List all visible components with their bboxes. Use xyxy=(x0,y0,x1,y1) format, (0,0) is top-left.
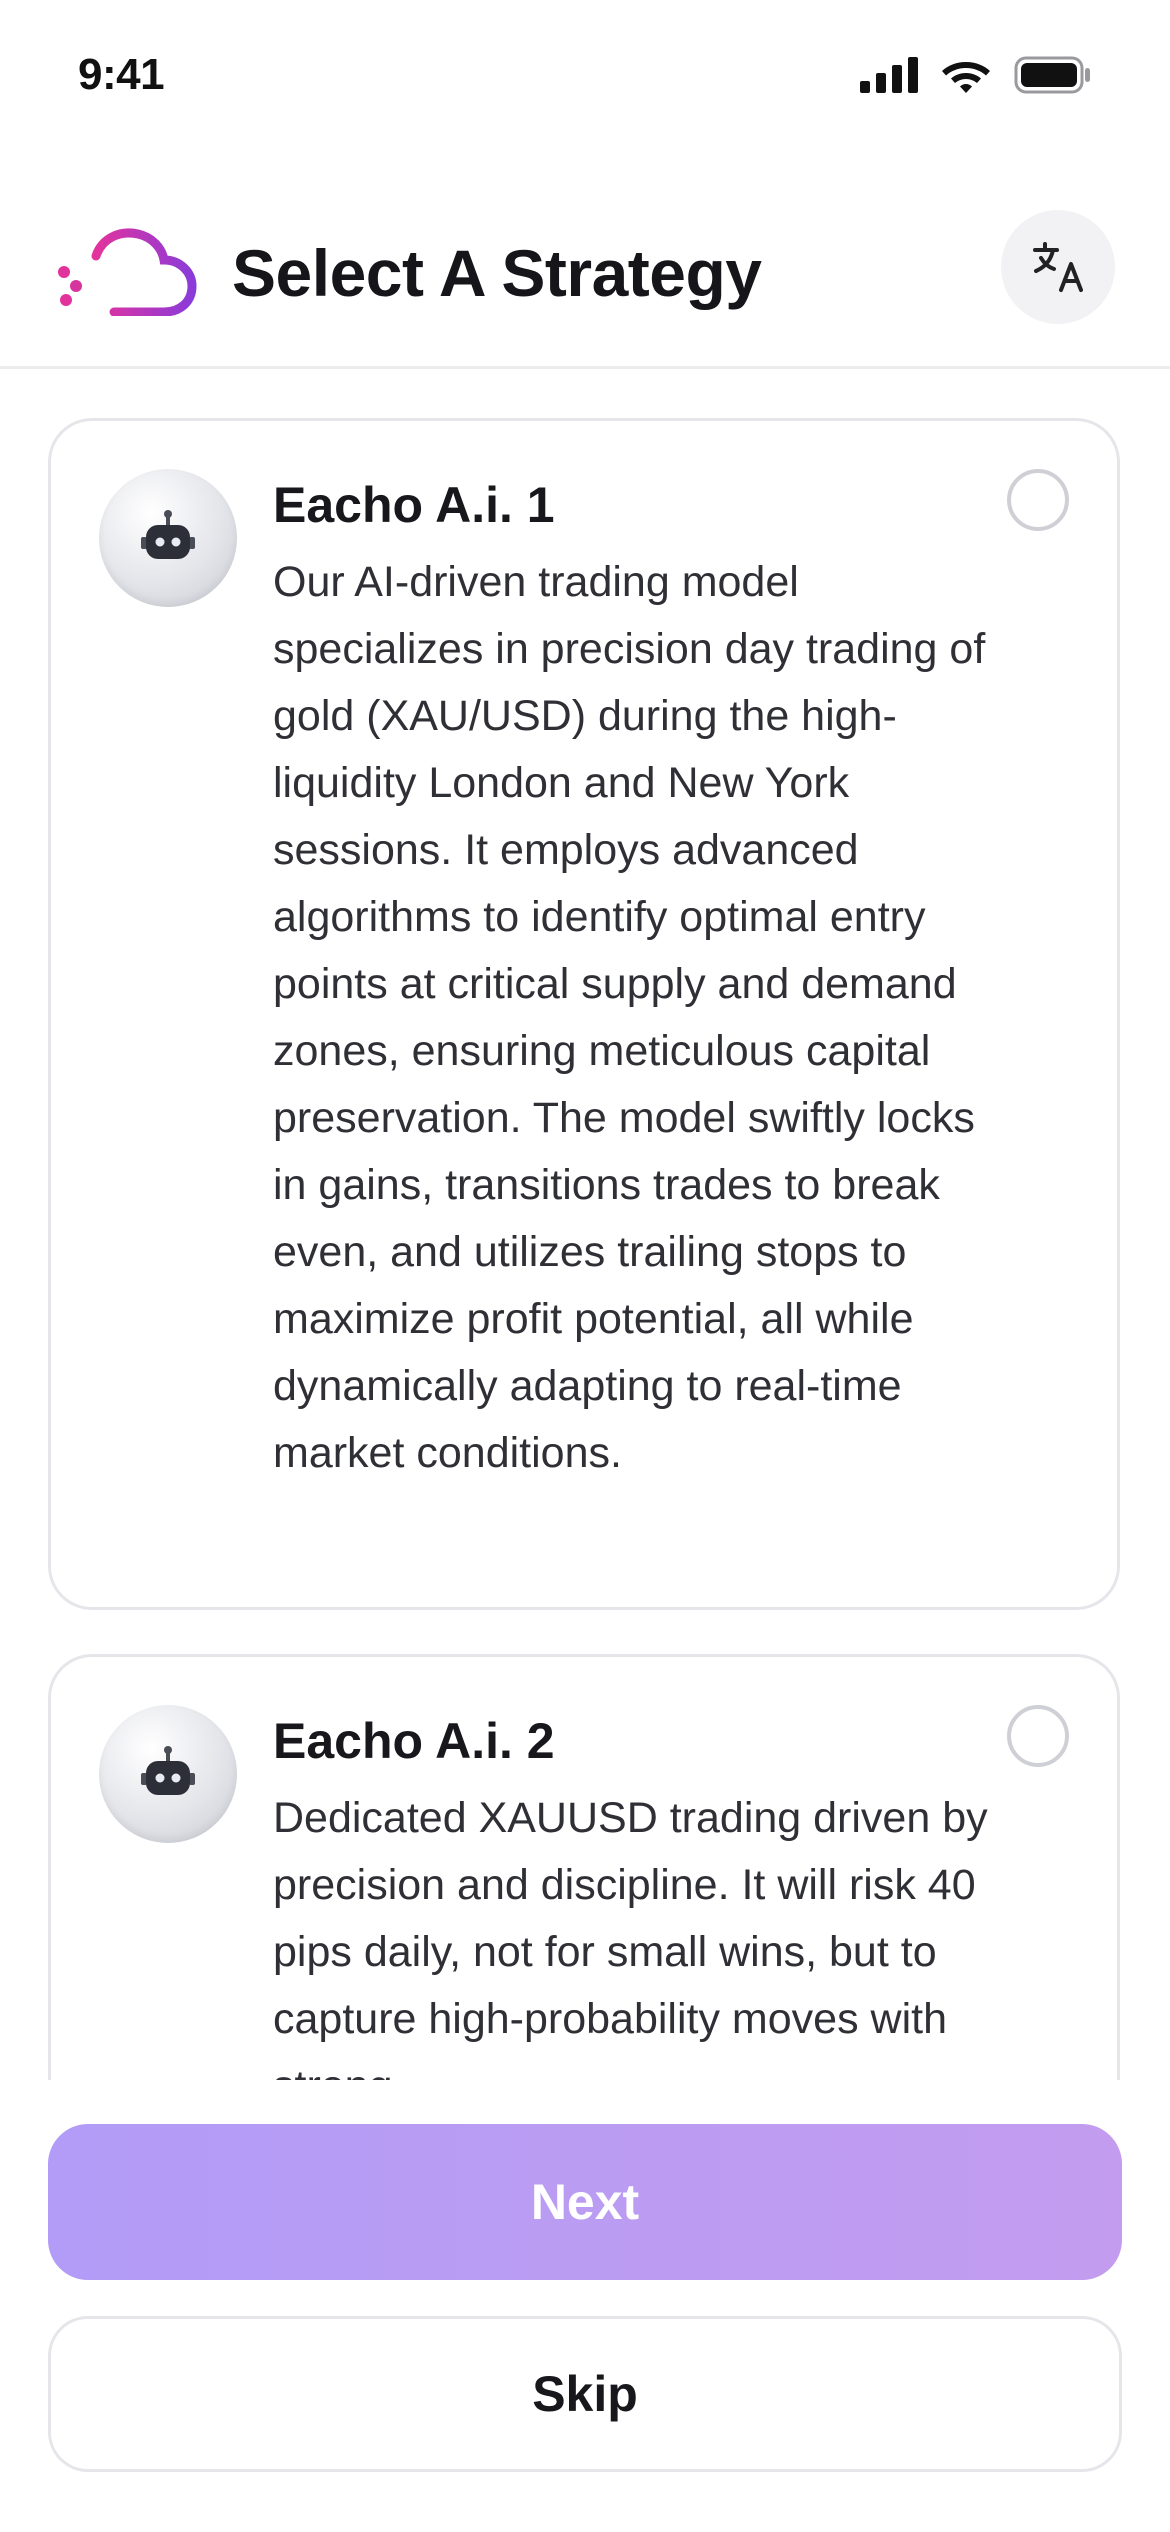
translate-icon xyxy=(1033,242,1083,292)
strategy-description: Our AI-driven trading model specializes … xyxy=(273,558,986,1477)
strategy-card[interactable]: Eacho A.i. 2 Dedicated XAUUSD trading dr… xyxy=(48,1654,1120,2080)
battery-icon xyxy=(1014,56,1090,94)
skip-button[interactable]: Skip xyxy=(48,2316,1122,2472)
wifi-icon xyxy=(942,62,990,93)
strategy-radio[interactable] xyxy=(1007,1705,1069,1767)
bot-avatar-icon xyxy=(99,469,237,607)
next-button[interactable]: Next xyxy=(48,2124,1122,2280)
strategy-list: Eacho A.i. 1 Our AI-driven trading model… xyxy=(0,368,1170,2080)
status-time: 9:41 xyxy=(78,50,165,99)
strategy-card[interactable]: Eacho A.i. 1 Our AI-driven trading model… xyxy=(48,418,1120,1610)
strategy-description: Dedicated XAUUSD trading driven by preci… xyxy=(273,1794,988,2080)
strategy-radio[interactable] xyxy=(1007,469,1069,531)
strategy-name: Eacho A.i. 1 xyxy=(273,477,555,533)
bot-avatar-icon xyxy=(99,1705,237,1843)
status-bar: 9:41 xyxy=(0,0,1170,150)
status-icons xyxy=(860,56,1092,94)
cloud-logo-icon xyxy=(58,228,197,316)
page-title: Select A Strategy xyxy=(232,236,762,310)
header: Select A Strategy xyxy=(0,190,1170,369)
language-button[interactable] xyxy=(1001,210,1115,324)
strategy-name: Eacho A.i. 2 xyxy=(273,1713,555,1769)
signal-icon xyxy=(860,57,918,93)
